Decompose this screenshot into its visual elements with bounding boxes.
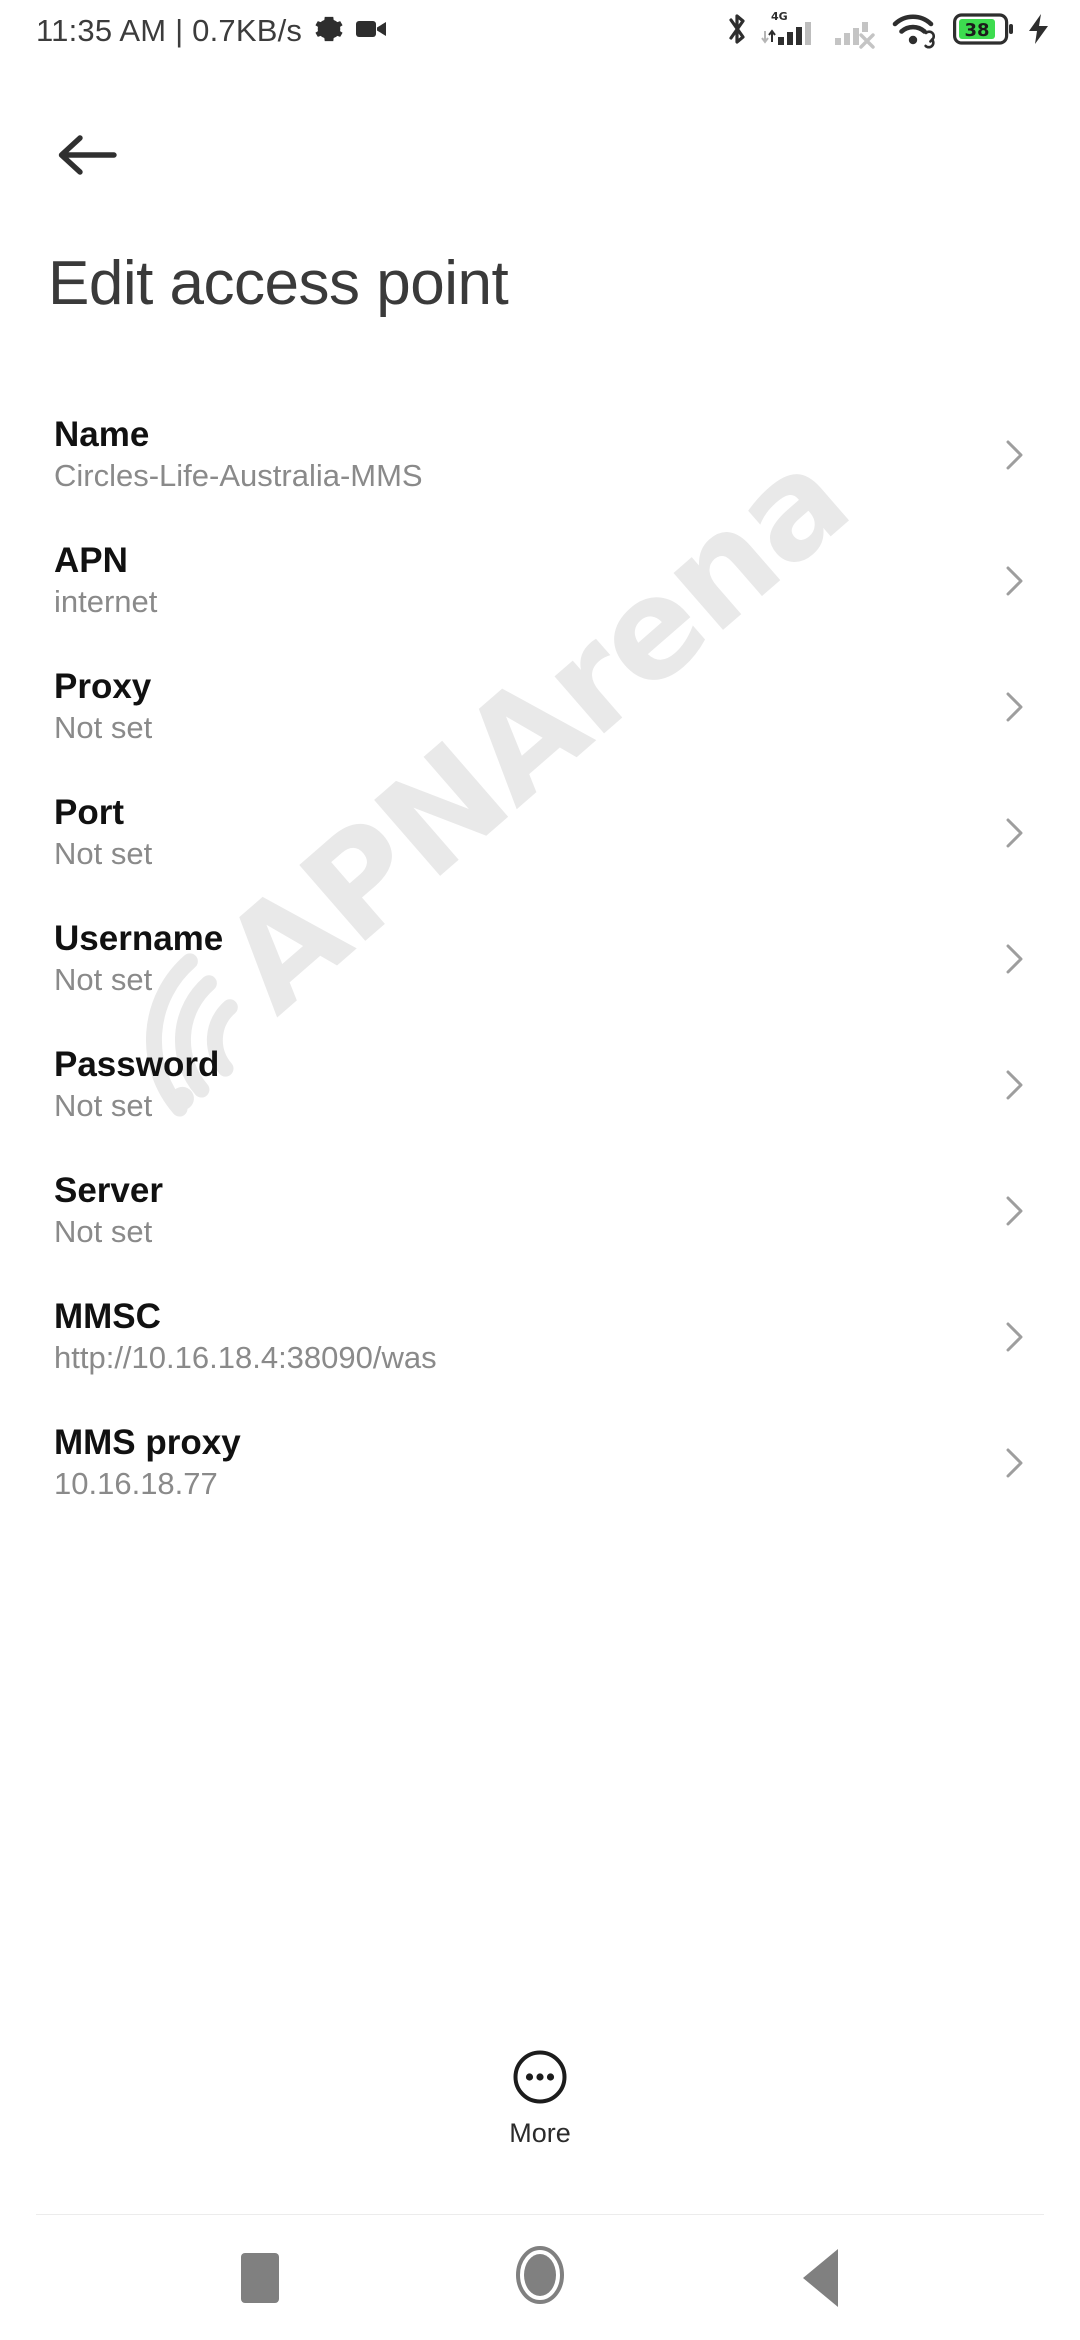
row-label: Proxy (54, 667, 152, 707)
signal-4g-icon: 4G (760, 9, 822, 54)
navigation-bar (0, 2215, 1080, 2340)
row-texts: Port Not set (54, 795, 152, 870)
row-value: http://10.16.18.4:38090/was (54, 1340, 437, 1376)
more-dots-circle-icon (511, 2048, 569, 2111)
row-value: 10.16.18.77 (54, 1466, 218, 1502)
row-value: Not set (54, 1214, 153, 1250)
battery-icon: 38 (953, 12, 1015, 51)
row-value: Not set (54, 1088, 153, 1124)
row-texts: Password Not set (54, 1047, 219, 1122)
row-label: Username (54, 919, 224, 959)
row-value: Not set (54, 710, 153, 746)
video-camera-icon (356, 17, 388, 46)
row-label: Port (54, 793, 124, 833)
chevron-right-icon (996, 437, 1032, 473)
row-texts: MMSC http://10.16.18.4:38090/was (54, 1299, 437, 1374)
table-row[interactable]: Username Not set (0, 896, 1080, 1022)
chevron-right-icon (996, 815, 1032, 851)
svg-text:4G: 4G (771, 10, 788, 23)
table-row[interactable]: APN internet (0, 518, 1080, 644)
table-row[interactable]: Name Circles-Life-Australia-MMS (0, 392, 1080, 518)
row-texts: Name Circles-Life-Australia-MMS (54, 417, 423, 492)
triangle-left-icon (802, 2248, 838, 2307)
row-label: MMSC (54, 1297, 161, 1337)
circle-icon (509, 2244, 571, 2311)
row-texts: Username Not set (54, 921, 223, 996)
bluetooth-icon (725, 11, 749, 52)
table-row[interactable]: Server Not set (0, 1148, 1080, 1274)
row-label: MMS proxy (54, 1423, 241, 1463)
table-row[interactable]: MMSC http://10.16.18.4:38090/was (0, 1274, 1080, 1400)
chevron-right-icon (996, 1319, 1032, 1355)
row-label: Server (54, 1171, 163, 1211)
square-icon (241, 2252, 279, 2303)
chevron-right-icon (996, 689, 1032, 725)
row-value: Not set (54, 836, 153, 872)
back-button[interactable] (48, 118, 126, 196)
gear-icon (314, 14, 344, 49)
row-label: Password (54, 1045, 220, 1085)
row-texts: Proxy Not set (54, 669, 152, 744)
row-value: internet (54, 584, 158, 620)
svg-text:38: 38 (964, 20, 989, 41)
row-value: Circles-Life-Australia-MMS (54, 458, 423, 494)
row-label: APN (54, 541, 128, 581)
row-label: Name (54, 415, 150, 455)
chevron-right-icon (996, 1067, 1032, 1103)
row-value: Not set (54, 962, 153, 998)
back-button-nav[interactable] (775, 2233, 865, 2323)
recents-button[interactable] (215, 2233, 305, 2323)
row-texts: Server Not set (54, 1173, 163, 1248)
status-bar: 11:35 AM | 0.7KB/s 4G 38 (0, 0, 1080, 62)
chevron-right-icon (996, 941, 1032, 977)
more-button-label: More (509, 2118, 571, 2148)
status-clock-and-network: 11:35 AM | 0.7KB/s (36, 13, 303, 48)
row-texts: MMS proxy 10.16.18.77 (54, 1425, 241, 1500)
chevron-right-icon (996, 1193, 1032, 1229)
settings-list: Name Circles-Life-Australia-MMS APN inte… (0, 392, 1080, 1526)
page-title: Edit access point (48, 249, 509, 318)
phone-screen: APNArena 11:35 AM | 0.7KB/s 4G 38 Edit a… (0, 0, 1080, 2340)
signal-no-service-icon (833, 9, 881, 54)
more-button[interactable]: More (0, 2048, 1080, 2149)
home-button[interactable] (495, 2233, 585, 2323)
chevron-right-icon (996, 563, 1032, 599)
table-row[interactable]: Port Not set (0, 770, 1080, 896)
status-bar-left: 11:35 AM | 0.7KB/s (36, 13, 388, 49)
status-bar-right: 4G 38 (725, 9, 1052, 54)
chevron-right-icon (996, 1445, 1032, 1481)
row-texts: APN internet (54, 543, 157, 618)
charging-bolt-icon (1026, 12, 1052, 51)
table-row[interactable]: MMS proxy 10.16.18.77 (0, 1400, 1080, 1526)
table-row[interactable]: Password Not set (0, 1022, 1080, 1148)
table-row[interactable]: Proxy Not set (0, 644, 1080, 770)
wifi-icon (892, 9, 942, 54)
arrow-left-icon (56, 131, 118, 184)
